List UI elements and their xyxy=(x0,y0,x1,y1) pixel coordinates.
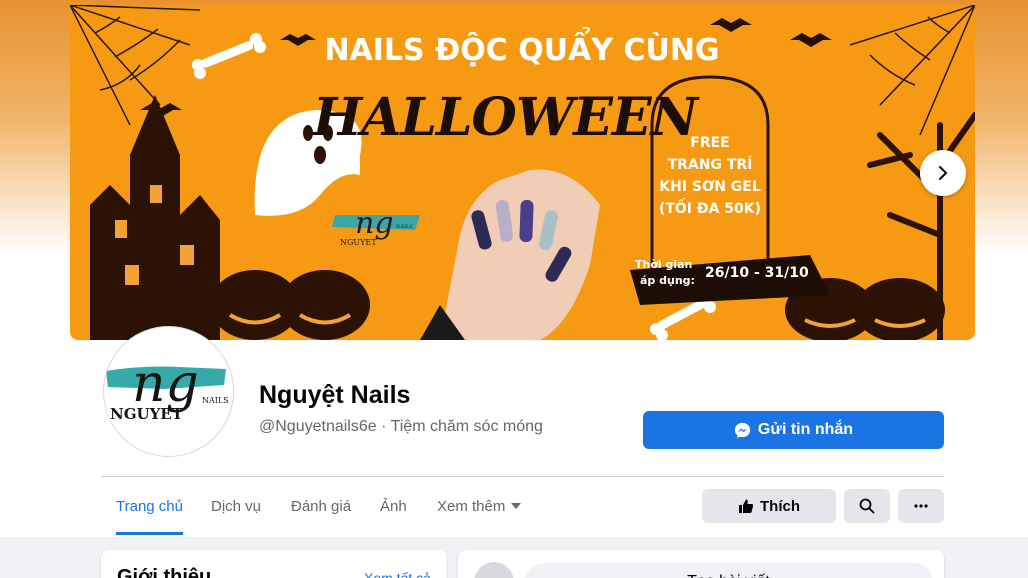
like-button[interactable]: Thích xyxy=(702,489,836,523)
period-label-2: áp dụng: xyxy=(640,274,695,287)
tab-home-label: Trang chủ xyxy=(116,497,183,515)
chevron-right-icon xyxy=(939,166,948,180)
tab-home[interactable]: Trang chủ xyxy=(116,477,183,535)
tab-services-label: Dịch vụ xyxy=(211,497,262,515)
avatar-logo-sub: NAILS xyxy=(202,396,229,405)
spider-web-left xyxy=(70,5,201,126)
tab-services[interactable]: Dịch vụ xyxy=(211,477,261,535)
create-post-input[interactable]: Tạo bài viết xyxy=(524,563,933,578)
cover-logo-letters: ng xyxy=(355,206,394,241)
thumbs-up-icon xyxy=(739,499,754,513)
page-subtitle: @Nguyetnails6e · Tiệm chăm sóc móng xyxy=(259,418,543,435)
cover-halloween: HALLOWEEN xyxy=(311,87,701,148)
like-label: Thích xyxy=(760,497,800,515)
avatar-logo-name: NGUYET xyxy=(110,405,184,423)
send-message-button[interactable]: Gửi tin nhắn xyxy=(643,411,944,449)
tab-reviews-label: Đánh giá xyxy=(291,497,352,515)
more-options-button[interactable] xyxy=(898,489,944,523)
tab-photos[interactable]: Ảnh xyxy=(380,477,407,535)
cover-logo: ng NGUYET NAILS xyxy=(332,206,420,247)
tab-more[interactable]: Xem thêm xyxy=(437,477,522,535)
tab-reviews[interactable]: Đánh giá xyxy=(291,477,351,535)
search-icon xyxy=(859,498,875,514)
offer-line-2: TRANG TRÍ xyxy=(668,156,753,173)
intro-title: Giới thiệu xyxy=(117,566,212,578)
spider-web-right xyxy=(849,5,975,136)
page-title: Nguyệt Nails xyxy=(259,381,411,409)
messenger-icon xyxy=(734,422,751,438)
caret-down-icon xyxy=(511,503,522,509)
intro-see-all-link[interactable]: Xem tất cả xyxy=(364,570,431,578)
cover-headline: NAILS ĐỘC QUẨY CÙNG xyxy=(324,27,719,68)
avatar-logo: ng NGUYET NAILS xyxy=(106,354,229,423)
send-message-label: Gửi tin nhắn xyxy=(757,421,854,438)
cover-logo-sub: NAILS xyxy=(396,224,413,230)
cover-next-button[interactable] xyxy=(920,150,966,196)
haunted-house xyxy=(90,95,220,340)
offer-line-4: (TỐI ĐA 50K) xyxy=(659,197,761,217)
cover-artwork: FREE TRANG TRÍ KHI SƠN GEL (TỐI ĐA 50K) … xyxy=(70,5,975,340)
profile-avatar[interactable]: ng NGUYET NAILS xyxy=(103,326,234,457)
cover-logo-name: NGUYET xyxy=(340,238,377,247)
nail-hand-photo xyxy=(420,169,600,340)
search-button[interactable] xyxy=(844,489,890,523)
cover-photo[interactable]: FREE TRANG TRÍ KHI SƠN GEL (TỐI ĐA 50K) … xyxy=(70,5,975,340)
more-horizontal-icon xyxy=(914,504,928,508)
period-label-1: Thời gian xyxy=(635,258,692,271)
offer-line-3: KHI SƠN GEL xyxy=(659,179,761,195)
period-dates: 26/10 - 31/10 xyxy=(705,265,809,281)
tab-photos-label: Ảnh xyxy=(380,497,407,515)
tab-more-label: Xem thêm xyxy=(437,497,506,515)
